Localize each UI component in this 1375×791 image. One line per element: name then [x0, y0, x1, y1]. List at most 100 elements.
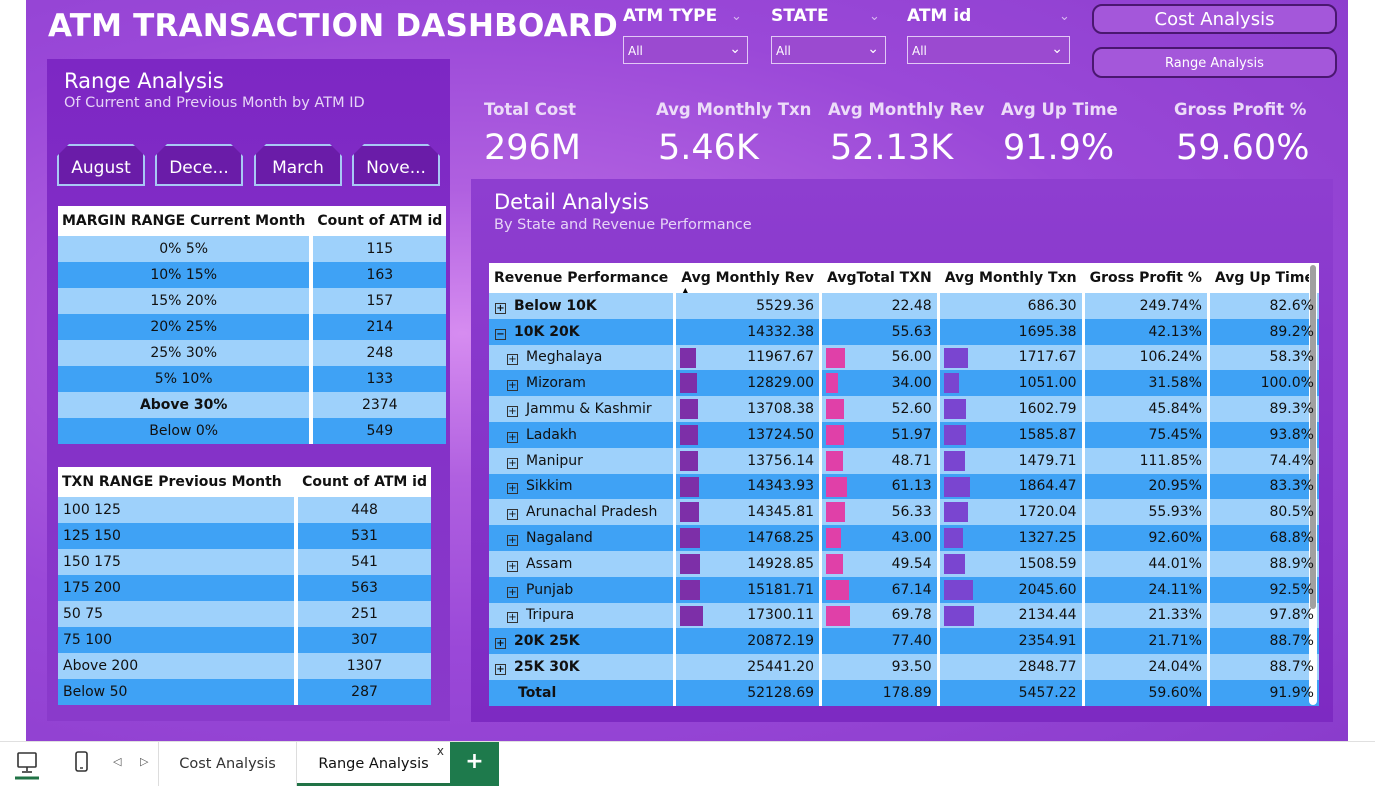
- tab-scroll-right-icon[interactable]: ▷: [140, 755, 148, 768]
- table-row[interactable]: + Jammu & Kashmir 13708.38 52.60 1602.79 45.8…: [489, 396, 1319, 422]
- table-row[interactable]: + Below 10K 5529.36 22.48 686.30 249.74% 82.6%: [489, 293, 1319, 319]
- column-header[interactable]: Avg Up Time: [1209, 263, 1319, 293]
- tab-range-analysis[interactable]: Range Analysis x: [297, 742, 450, 786]
- revenue-performance-cell[interactable]: + Manipur: [489, 447, 677, 474]
- expand-icon[interactable]: +: [507, 560, 518, 572]
- revenue-performance-cell[interactable]: +25K 30K: [489, 654, 677, 680]
- table-row[interactable]: 5% 10% 133: [58, 366, 447, 392]
- tab-scroll-left-icon[interactable]: ◁: [113, 755, 121, 768]
- table-row[interactable]: + Punjab 15181.71 67.14 2045.60 24.11% 92.5%: [489, 576, 1319, 603]
- desktop-view-button[interactable]: [12, 750, 42, 780]
- tab-cost-analysis[interactable]: Cost Analysis: [158, 742, 297, 786]
- revenue-performance-cell[interactable]: + Below 10K: [489, 293, 677, 319]
- table-row[interactable]: + Nagaland 14768.25 43.00 1327.25 92.60% 68.8%: [489, 525, 1319, 551]
- table-row[interactable]: 100 125 448: [58, 497, 431, 523]
- slicer-month-december[interactable]: Dece...: [155, 144, 243, 186]
- expand-icon[interactable]: +: [495, 664, 506, 676]
- expand-icon[interactable]: +: [495, 638, 506, 650]
- table-row[interactable]: 150 175 541: [58, 549, 431, 575]
- table-row[interactable]: 0% 5% 115: [58, 236, 447, 262]
- table-row[interactable]: −10K 20K 14332.38 55.63 1695.38 42.13% 89.2%: [489, 318, 1319, 345]
- value-cell: 2045.60: [939, 576, 1085, 603]
- table-row[interactable]: 20% 25% 214: [58, 314, 447, 340]
- slicer-month-november[interactable]: Nove...: [352, 144, 440, 186]
- data-bar: [943, 347, 968, 368]
- atm-id-dropdown[interactable]: All ⌄: [907, 36, 1070, 64]
- expand-icon[interactable]: +: [507, 509, 518, 521]
- table-row[interactable]: +20K 25K 20872.19 77.40 2354.91 21.71% 88.7%: [489, 628, 1319, 655]
- chevron-down-icon[interactable]: ⌄: [869, 9, 880, 24]
- column-header[interactable]: TXN RANGE Previous Month: [58, 467, 299, 497]
- revenue-performance-cell[interactable]: −10K 20K: [489, 318, 677, 345]
- table-row[interactable]: + Tripura 17300.11 69.78 2134.44 21.33% 97.8%: [489, 602, 1319, 629]
- desktop-icon: [15, 752, 39, 780]
- column-header[interactable]: MARGIN RANGE Current Month: [58, 206, 314, 236]
- expand-icon[interactable]: +: [507, 612, 518, 624]
- table-row[interactable]: 10% 15% 163: [58, 262, 447, 288]
- column-header[interactable]: Avg Monthly Rev ▲: [676, 263, 823, 295]
- column-header[interactable]: Avg Monthly Txn: [939, 263, 1085, 293]
- revenue-performance-cell[interactable]: + Jammu & Kashmir: [489, 396, 677, 422]
- revenue-performance-cell[interactable]: + Meghalaya: [489, 344, 677, 371]
- cost-analysis-button[interactable]: Cost Analysis: [1092, 4, 1337, 34]
- column-header[interactable]: AvgTotal TXN: [822, 263, 940, 293]
- revenue-performance-cell[interactable]: +20K 25K: [489, 628, 677, 655]
- expand-icon[interactable]: +: [507, 354, 518, 366]
- revenue-performance-cell[interactable]: + Mizoram: [489, 370, 677, 397]
- revenue-performance-cell[interactable]: + Assam: [489, 550, 677, 577]
- slicer-month-august[interactable]: August: [57, 144, 145, 186]
- table-row[interactable]: 75 100 307: [58, 627, 431, 653]
- expand-icon[interactable]: +: [507, 586, 518, 598]
- revenue-performance-cell[interactable]: Total: [489, 679, 677, 706]
- table-row[interactable]: Total 52128.69 178.89 5457.22 59.60% 91.9%: [489, 679, 1319, 706]
- revenue-performance-cell[interactable]: + Ladakh: [489, 421, 677, 448]
- table-row[interactable]: + Mizoram 12829.00 34.00 1051.00 31.58% 100.0%: [489, 370, 1319, 397]
- table-row[interactable]: + Ladakh 13724.50 51.97 1585.87 75.45% 93.8%: [489, 421, 1319, 448]
- expand-icon[interactable]: +: [495, 302, 506, 314]
- state-dropdown[interactable]: All ⌄: [771, 36, 886, 64]
- table-row[interactable]: Below 0% 549: [58, 418, 447, 444]
- expand-icon[interactable]: +: [507, 380, 518, 392]
- value-cell: 56.33: [822, 499, 940, 526]
- table-row[interactable]: +25K 30K 25441.20 93.50 2848.77 24.04% 88.7%: [489, 654, 1319, 680]
- expand-icon[interactable]: +: [507, 406, 518, 418]
- table-row[interactable]: + Arunachal Pradesh 14345.81 56.33 1720.04 55…: [489, 499, 1319, 526]
- revenue-performance-cell[interactable]: + Arunachal Pradesh: [489, 499, 677, 526]
- slicer-month-march[interactable]: March: [254, 144, 342, 186]
- expand-icon[interactable]: +: [507, 431, 518, 443]
- atm-type-dropdown[interactable]: All ⌄: [623, 36, 748, 64]
- expand-icon[interactable]: +: [507, 535, 518, 547]
- revenue-performance-cell[interactable]: + Punjab: [489, 576, 677, 603]
- table-row[interactable]: + Assam 14928.85 49.54 1508.59 44.01% 88.9%: [489, 550, 1319, 577]
- row-label: Manipur: [526, 452, 583, 469]
- column-header[interactable]: Count of ATM id: [298, 467, 431, 497]
- table-row[interactable]: Below 50 287: [58, 679, 431, 705]
- table-row[interactable]: + Meghalaya 11967.67 56.00 1717.67 106.24% 58.…: [489, 344, 1319, 371]
- table-row[interactable]: + Sikkim 14343.93 61.13 1864.47 20.95% 83.3%: [489, 473, 1319, 500]
- detail-panel-subtitle: By State and Revenue Performance: [494, 217, 752, 233]
- table-row[interactable]: 15% 20% 157: [58, 288, 447, 314]
- table-row[interactable]: 175 200 563: [58, 575, 431, 601]
- range-analysis-button[interactable]: Range Analysis: [1092, 47, 1337, 78]
- table-row[interactable]: 25% 30% 248: [58, 340, 447, 366]
- add-page-button[interactable]: +: [450, 742, 499, 786]
- expand-icon[interactable]: +: [507, 483, 518, 495]
- mobile-view-button[interactable]: [70, 750, 94, 778]
- column-header[interactable]: Count of ATM id: [313, 206, 447, 236]
- table-row[interactable]: 50 75 251: [58, 601, 431, 627]
- chevron-down-icon[interactable]: ⌄: [1059, 9, 1070, 24]
- table-row[interactable]: Above 30% 2374: [58, 392, 447, 418]
- table-row[interactable]: + Manipur 13756.14 48.71 1479.71 111.85% 74.4%: [489, 447, 1319, 474]
- revenue-performance-cell[interactable]: + Tripura: [489, 602, 677, 629]
- tab-close-icon[interactable]: x: [437, 744, 444, 758]
- revenue-performance-cell[interactable]: + Sikkim: [489, 473, 677, 500]
- table-row[interactable]: 125 150 531: [58, 523, 431, 549]
- chevron-down-icon[interactable]: ⌄: [731, 9, 742, 24]
- column-header[interactable]: Revenue Performance: [489, 263, 677, 293]
- collapse-icon[interactable]: −: [495, 328, 506, 340]
- cell-value: 83.3%: [1269, 478, 1314, 495]
- table-row[interactable]: Above 200 1307: [58, 653, 431, 679]
- expand-icon[interactable]: +: [507, 457, 518, 469]
- column-header[interactable]: Gross Profit %: [1084, 263, 1210, 293]
- revenue-performance-cell[interactable]: + Nagaland: [489, 525, 677, 551]
